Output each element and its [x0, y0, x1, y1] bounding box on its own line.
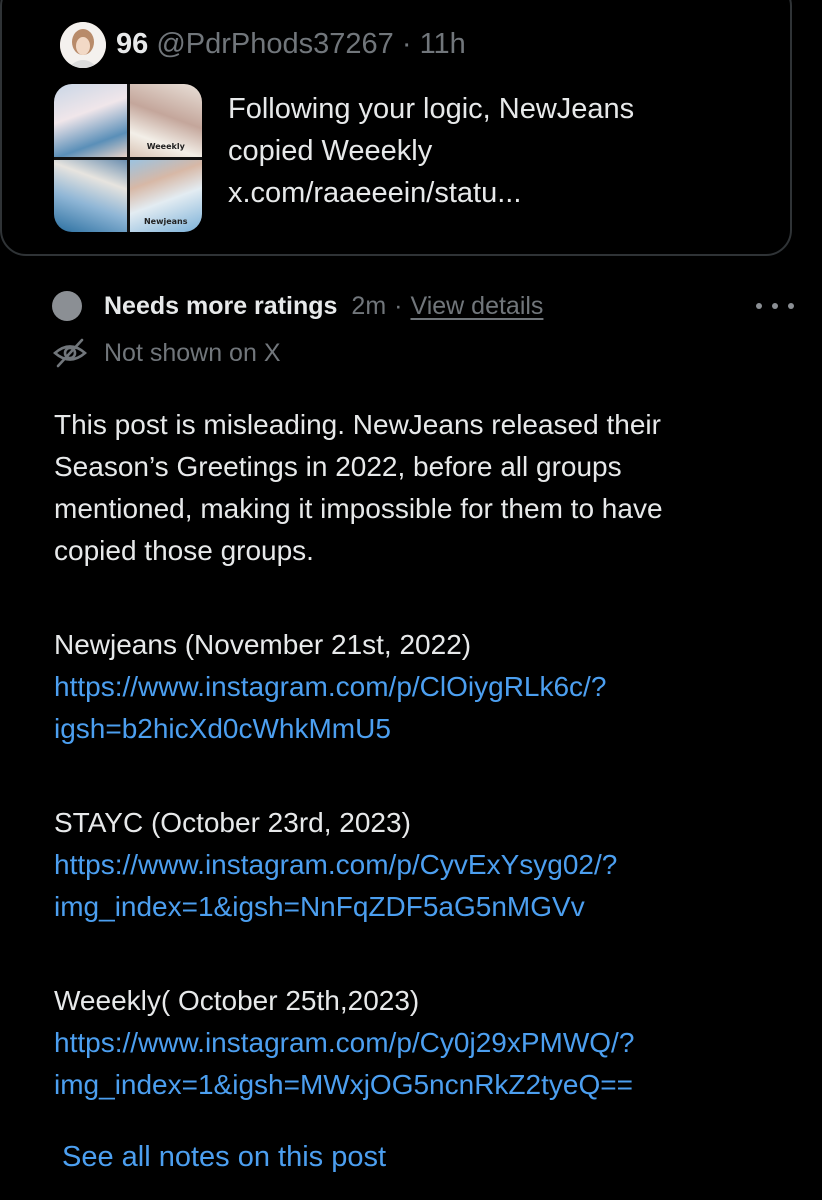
see-all-notes-link[interactable]: See all notes on this post — [62, 1138, 386, 1176]
visibility-label: Not shown on X — [104, 338, 281, 367]
avatar[interactable] — [60, 22, 106, 68]
post-thumbnail[interactable]: Weeekly Newjeans — [54, 84, 202, 232]
separator-dot: · — [394, 291, 403, 320]
thumbnail-cell — [54, 159, 127, 232]
author-handle[interactable]: @PdrPhods37267 — [156, 28, 393, 60]
quoted-post-text[interactable]: Following your logic, NewJeans copied We… — [228, 88, 748, 214]
note-text-line: mentioned, making it impossible for them… — [54, 493, 663, 524]
source-link[interactable]: img_index=1&igsh=NnFqZDF5aG5nMGVv — [54, 886, 814, 928]
source-heading: STAYC (October 23rd, 2023) — [54, 807, 411, 838]
thumbnail-caption-top: Weeekly — [146, 141, 185, 151]
source-link[interactable]: img_index=1&igsh=MWxjOG5ncnRkZ2tyeQ== — [54, 1064, 814, 1106]
thumbnail-cell: Newjeans — [129, 159, 202, 232]
thumbnail-cell — [54, 84, 127, 157]
source-heading: Weeekly( October 25th,2023) — [54, 985, 420, 1016]
visibility-row: Not shown on X — [52, 336, 281, 370]
source-link[interactable]: https://www.instagram.com/p/ClOiygRLk6c/… — [54, 666, 814, 708]
more-icon[interactable] — [756, 296, 794, 316]
quoted-link[interactable]: x.com/raaeeein/statu... — [228, 172, 748, 214]
view-details-link[interactable]: View details — [410, 292, 543, 321]
status-label: Needs more ratings — [104, 291, 338, 320]
source-link[interactable]: https://www.instagram.com/p/Cy0j29xPMWQ/… — [54, 1022, 814, 1064]
thumbnail-cell: Weeekly — [129, 84, 202, 157]
separator-dot: · — [401, 28, 412, 60]
source-heading: Newjeans (November 21st, 2022) — [54, 629, 472, 660]
avatar-image — [60, 22, 106, 68]
thumbnail-caption-bottom: Newjeans — [143, 217, 188, 226]
quoted-post-header: 96 @PdrPhods37267 · 11h — [116, 26, 466, 62]
note-body: This post is misleading. NewJeans releas… — [54, 404, 814, 1106]
status-time: 2m — [351, 291, 387, 320]
note-status-row: Needs more ratings 2m · View details — [52, 288, 543, 324]
source-link[interactable]: https://www.instagram.com/p/CyvExYsyg02/… — [54, 844, 814, 886]
note-text-line: Season’s Greetings in 2022, before all g… — [54, 451, 622, 482]
quoted-text-line: Following your logic, NewJeans — [228, 93, 635, 125]
source-link[interactable]: igsh=b2hicXd0cWhkMmU5 — [54, 708, 814, 750]
author-name[interactable]: 96 — [116, 28, 148, 60]
status-circle-icon — [52, 291, 82, 321]
note-text-line: copied those groups. — [54, 535, 314, 566]
eye-off-icon — [53, 338, 87, 368]
note-text-line: This post is misleading. NewJeans releas… — [54, 409, 661, 440]
post-time[interactable]: 11h — [420, 28, 466, 60]
quoted-text-line: copied Weeekly — [228, 135, 433, 167]
